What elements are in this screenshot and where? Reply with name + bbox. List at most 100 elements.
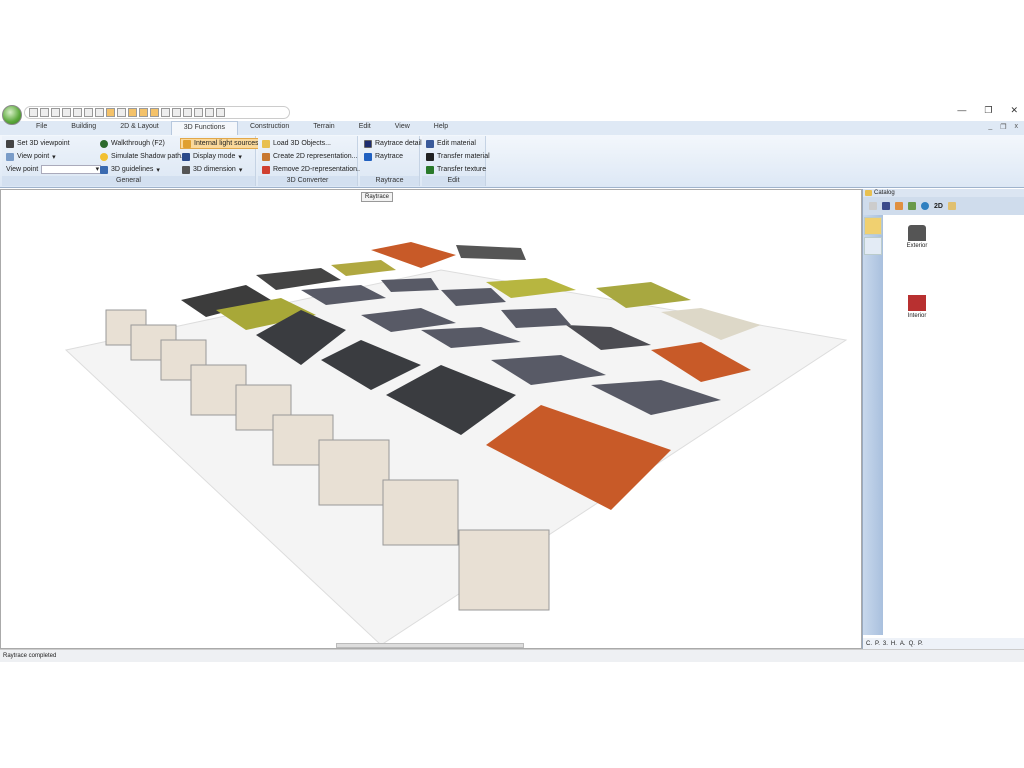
walkthrough-icon [100,139,108,148]
3d-viewport[interactable] [0,189,862,649]
viewport-scrollbar[interactable] [336,643,524,648]
guidelines-icon [100,165,108,174]
tab-terrain[interactable]: Terrain [301,121,346,135]
3d-guidelines-button[interactable]: 3D guidelines ▾ [98,164,189,175]
catalog-folder-button[interactable] [864,217,882,235]
raytrace-button[interactable]: Raytrace [362,151,424,162]
tab-construction[interactable]: Construction [238,121,301,135]
help-tab[interactable]: H. [891,641,897,647]
columns-icon[interactable] [139,108,148,117]
transfer-material-button[interactable]: Transfer material [424,151,492,162]
viewpoint-icon [6,152,14,161]
3d-tab[interactable]: 3. [883,641,888,647]
tab-3d-functions[interactable]: 3D Functions [170,121,238,135]
pointer-icon[interactable] [161,108,170,117]
raytrace-icon [364,152,372,161]
split-horizontal-icon[interactable] [84,108,93,117]
eraser-icon[interactable] [205,108,214,117]
grid-icon[interactable] [106,108,115,117]
catalog-item-interior[interactable]: Interior [897,295,937,319]
window-controls: — ❐ ✕ [957,105,1018,116]
view-point-field: View point [4,164,103,175]
transfer-material-icon [426,152,434,161]
group-edit: Edit material Transfer material Transfer… [422,136,490,186]
quantities-tab[interactable]: Q. [909,641,915,647]
raytrace-detail-button[interactable]: Raytrace detail [362,138,424,149]
load-icon [262,139,270,148]
layout-icon[interactable] [194,108,203,117]
close-button[interactable]: ✕ [1010,105,1018,116]
project-tab[interactable]: P. [875,641,880,647]
2d-view-icon[interactable] [62,108,71,117]
tab-2d-layout[interactable]: 2D & Layout [108,121,171,135]
mdi-minimize-button[interactable]: _ [988,123,992,131]
catalog-toolbar: 2D [863,197,1024,215]
catalog-object-button[interactable] [864,237,882,255]
quick-access-toolbar: — ❐ ✕ [0,103,1024,125]
split-vertical-icon[interactable] [95,108,104,117]
interior-icon [908,295,926,311]
group-label-3d-converter: 3D Converter [258,176,357,186]
new-icon[interactable] [29,108,38,117]
quick-access-bar [24,106,290,119]
3d-dimension-button[interactable]: 3D dimension ▾ [180,164,262,175]
tab-view[interactable]: View [383,121,422,135]
tab-building[interactable]: Building [59,121,108,135]
copy-icon[interactable] [172,108,181,117]
light-bulb-icon [183,139,191,148]
simulate-shadow-button[interactable]: Simulate Shadow path... [98,151,189,162]
transfer-texture-icon [426,165,434,174]
flag-icon[interactable] [183,108,192,117]
create-2d-representation-button[interactable]: Create 2D representation... [260,151,365,162]
catalog-sidebar [863,215,883,635]
view-point-menu[interactable]: View point ▾ [4,151,103,162]
set-3d-viewpoint-button[interactable]: Set 3D viewpoint [4,138,103,149]
door-icon[interactable] [882,202,890,210]
furniture-icon[interactable] [895,202,903,210]
display-mode-button[interactable]: Display mode ▾ [180,151,262,162]
mdi-close-button[interactable]: x [1015,123,1019,131]
catalog-panel: Catalog 2D Exterior Interior C. P. 3. H.… [862,189,1024,649]
plants-icon[interactable] [908,202,916,210]
group-label-edit: Edit [422,176,485,186]
snap-icon[interactable] [128,108,137,117]
internal-light-sources-button[interactable]: Internal light sources [180,138,262,149]
catalog-tab[interactable]: C. [866,641,872,647]
globe-icon[interactable] [921,202,929,210]
transfer-texture-button[interactable]: Transfer texture [424,164,492,175]
restore-button[interactable]: ❐ [984,105,992,116]
2d-symbols-button[interactable]: 2D [934,203,943,210]
application-window: — ❐ ✕ File Building 2D & Layout 3D Funct… [0,103,1024,663]
paste-icon[interactable] [216,108,225,117]
up-icon[interactable] [869,202,877,210]
group-3d-converter: Load 3D Objects... Create 2D representat… [258,136,363,186]
status-text: Raytrace completed [3,653,57,659]
minimize-button[interactable]: — [957,105,966,116]
walkthrough-button[interactable]: Walkthrough (F2) [98,138,189,149]
materials-icon[interactable] [947,202,956,210]
ribbon-tabs: File Building 2D & Layout 3D Functions C… [0,121,1024,135]
redo-icon[interactable] [51,108,60,117]
view-point-select[interactable] [41,165,102,174]
undo-icon[interactable] [40,108,49,117]
edit-material-button[interactable]: Edit material [424,138,492,149]
application-menu-button[interactable] [2,105,22,125]
magnet-icon[interactable] [117,108,126,117]
raytrace-detail-icon [364,139,372,148]
group-label-raytrace: Raytrace [360,176,419,186]
tab-file[interactable]: File [24,121,59,135]
mdi-restore-button[interactable]: ❐ [1000,123,1006,131]
catalog-item-exterior[interactable]: Exterior [897,225,937,249]
mdi-controls: _ ❐ x [988,123,1018,131]
properties-tab[interactable]: P. [918,641,923,647]
attributes-tab[interactable]: A. [900,641,906,647]
3d-view-icon[interactable] [73,108,82,117]
tab-edit[interactable]: Edit [347,121,383,135]
tab-help[interactable]: Help [422,121,460,135]
load-3d-objects-button[interactable]: Load 3D Objects... [260,138,365,149]
raytraced-scene [64,242,848,646]
clock-icon [100,152,108,161]
remove-2d-representation-button[interactable]: Remove 2D-representation... [260,164,365,175]
ribbon: Set 3D viewpoint View point ▾ View point… [0,135,1024,188]
angle-icon[interactable] [150,108,159,117]
